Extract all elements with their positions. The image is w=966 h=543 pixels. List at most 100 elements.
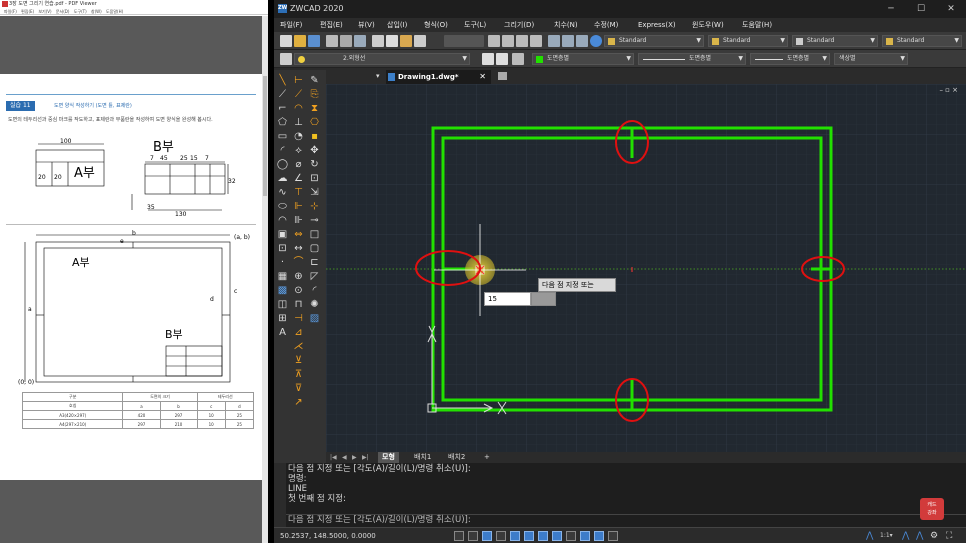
pdf-menu-edit[interactable]: 편집(E) (21, 9, 34, 14)
quick-properties-toggle[interactable] (608, 531, 618, 541)
ducs-toggle[interactable] (538, 531, 548, 541)
selection-cycling-toggle[interactable] (594, 531, 604, 541)
dim-reassociate-icon[interactable]: ⊽ (292, 382, 305, 395)
rotate-icon[interactable]: ↻ (308, 158, 321, 171)
break-icon[interactable]: ▢ (308, 242, 321, 255)
table-tool-icon[interactable]: ⊞ (276, 312, 289, 325)
menu-insert[interactable]: 삽입(I) (387, 18, 407, 32)
save-icon[interactable] (308, 35, 320, 47)
new-tab-icon[interactable] (498, 72, 507, 80)
spline-tool-icon[interactable]: ∿ (276, 186, 289, 199)
polyline-tool-icon[interactable]: ⌐ (276, 102, 289, 115)
osnap-toggle[interactable] (510, 531, 520, 541)
menu-window[interactable]: 윈도우(W) (692, 18, 724, 32)
pdf-scroll-thumb[interactable] (263, 76, 267, 196)
dim-space-icon[interactable]: ⇔ (292, 228, 305, 241)
canvas-graphics[interactable] (326, 84, 966, 452)
annotation-scale-icon[interactable]: ⋀ (866, 528, 873, 543)
design-center-icon[interactable] (562, 35, 574, 47)
dim-edit-icon[interactable]: ⊓ (292, 298, 305, 311)
join-icon[interactable]: ⊏ (308, 256, 321, 269)
minimize-button[interactable]: ─ (876, 0, 906, 18)
tab-close-icon[interactable]: ✕ (479, 70, 486, 84)
publish-icon[interactable] (354, 35, 366, 47)
dim-text-edit-icon[interactable]: ⊣ (292, 312, 305, 325)
text-style-dropdown[interactable]: Standard ▼ (604, 35, 704, 47)
trim-icon[interactable]: ⊹ (308, 200, 321, 213)
color-dropdown[interactable]: 도면층별 ▼ (532, 53, 634, 65)
dynamic-length-input[interactable]: 15 (484, 292, 531, 306)
center-mark-icon[interactable]: ⊕ (292, 270, 305, 283)
close-button[interactable]: ✕ (936, 0, 966, 18)
pdf-menu-tools[interactable]: 도구(T) (74, 9, 87, 14)
copy-icon[interactable] (386, 35, 398, 47)
grid-toggle[interactable] (468, 531, 478, 541)
ellipse-arc-tool-icon[interactable]: ◠ (276, 214, 289, 227)
add-layout-button[interactable]: + (484, 452, 490, 463)
menu-modify[interactable]: 수정(M) (594, 18, 618, 32)
dim-continue-icon[interactable]: ⊪ (292, 214, 305, 227)
dim-inspect-icon[interactable]: ⊙ (292, 284, 305, 297)
dim-linear-icon[interactable]: ⊢ (292, 74, 305, 87)
chamfer-icon[interactable]: ◸ (308, 270, 321, 283)
break-at-point-icon[interactable]: □ (308, 228, 321, 241)
tab-model[interactable]: 모형 (378, 452, 399, 463)
line-tool-icon[interactable]: ╲ (276, 74, 289, 87)
pdf-menu-document[interactable]: 문서(D) (56, 9, 70, 14)
menu-draw[interactable]: 그리기(D) (504, 18, 534, 32)
dim-style-tool-icon[interactable]: ⋌ (292, 340, 305, 353)
new-file-icon[interactable] (280, 35, 292, 47)
menu-edit[interactable]: 편집(E) (320, 18, 343, 32)
insert-block-tool-icon[interactable]: ▣ (276, 228, 289, 241)
stretch-icon[interactable]: ⇲ (308, 186, 321, 199)
cut-icon[interactable] (372, 35, 384, 47)
linetype-dropdown[interactable]: 도면층별 ▼ (638, 53, 746, 65)
lineweight-dropdown[interactable]: 도면층별 ▼ (750, 53, 830, 65)
make-block-tool-icon[interactable]: ⊡ (276, 242, 289, 255)
revcloud-tool-icon[interactable]: ☁ (276, 172, 289, 185)
plot-style-dropdown[interactable]: 색상별 ▼ (834, 53, 908, 65)
properties-icon[interactable] (548, 35, 560, 47)
mtext-tool-icon[interactable]: A (276, 326, 289, 339)
pan-icon[interactable] (488, 35, 500, 47)
menu-format[interactable]: 형식(O) (424, 18, 448, 32)
menu-view[interactable]: 뷰(V) (358, 18, 375, 32)
multileader-style-dropdown[interactable]: Standard ▼ (882, 35, 962, 47)
dim-override-icon[interactable]: ⊻ (292, 354, 305, 367)
dyn-toggle[interactable] (552, 531, 562, 541)
gradient-tool-icon[interactable]: ▩ (276, 284, 289, 297)
polar-toggle[interactable] (496, 531, 506, 541)
quick-dim-icon[interactable]: ⊤ (292, 186, 305, 199)
print-icon[interactable] (326, 35, 338, 47)
dim-angular-icon[interactable]: ∠ (292, 172, 305, 185)
dim-update-icon[interactable]: ⊿ (292, 326, 305, 339)
tool-palettes-icon[interactable] (576, 35, 588, 47)
dim-jogged-icon[interactable]: ⟡ (292, 144, 305, 157)
help-icon[interactable] (590, 35, 602, 47)
move-icon[interactable]: ✥ (308, 144, 321, 157)
scale-icon[interactable]: ⊡ (308, 172, 321, 185)
dim-diameter-icon[interactable]: ⌀ (292, 158, 305, 171)
pdf-menu-file[interactable]: 파일(F) (4, 9, 17, 14)
plot-preview-icon[interactable] (340, 35, 352, 47)
zoom-window-icon[interactable] (516, 35, 528, 47)
xline-tool-icon[interactable]: ⟋ (276, 88, 289, 101)
menu-dimension[interactable]: 치수(N) (554, 18, 578, 32)
undo-redo-icon[interactable] (444, 35, 484, 47)
tab-layout1[interactable]: 배치1 (414, 452, 431, 463)
copy-tool-icon[interactable]: ⎘ (308, 88, 321, 101)
otrack-toggle[interactable] (524, 531, 534, 541)
make-current-layer-icon[interactable] (482, 53, 494, 65)
command-input[interactable]: 다음 점 지정 또는 [각도(A)/길이(L)/명령 취소(U)]: (288, 515, 471, 525)
dim-oblique-icon[interactable]: ⊼ (292, 368, 305, 381)
transparency-toggle[interactable] (580, 531, 590, 541)
dim-aligned-icon[interactable]: ⟋ (292, 88, 305, 101)
maximize-button[interactable]: ☐ (906, 0, 936, 18)
layout-prev-button[interactable]: ◀ (342, 452, 347, 463)
menu-tools[interactable]: 도구(L) (464, 18, 486, 32)
layout-last-button[interactable]: ▶| (362, 452, 369, 463)
ortho-toggle[interactable] (482, 531, 492, 541)
rectangle-tool-icon[interactable]: ▭ (276, 130, 289, 143)
edit-polyline-icon[interactable]: ▨ (308, 312, 321, 325)
tab-menu-chevron-icon[interactable]: ▾ (376, 72, 380, 80)
